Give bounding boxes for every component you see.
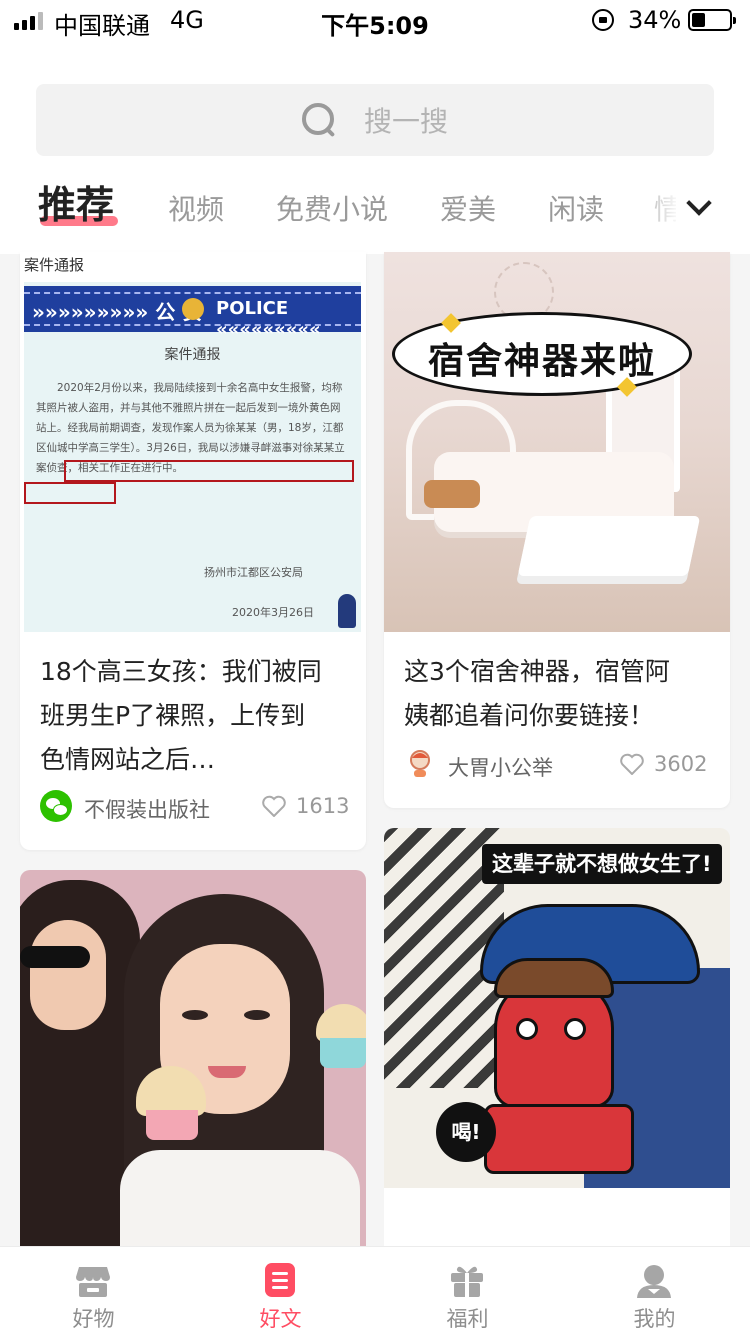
shop-icon xyxy=(76,1267,110,1297)
highlight-box xyxy=(64,460,354,482)
category-tabs: 推荐 视频 免费小说 爱美 闲读 情 xyxy=(0,172,750,242)
bottom-nav: 好物 好文 福利 我的 xyxy=(0,1246,750,1334)
police-badge-icon xyxy=(182,298,204,320)
tab-beauty[interactable]: 爱美 xyxy=(440,188,496,228)
wechat-avatar-icon xyxy=(40,790,72,822)
search-placeholder: 搜一搜 xyxy=(363,105,448,138)
nav-label: 好文 xyxy=(259,1307,302,1331)
notice-banner-left: »»»»»»»»» 公 安 xyxy=(32,300,203,324)
tab-video[interactable]: 视频 xyxy=(168,188,224,228)
status-bar: 中国联通 4G 下午5:09 34% xyxy=(0,0,750,44)
gift-icon xyxy=(451,1266,483,1297)
tab-recommend[interactable]: 推荐 xyxy=(38,174,114,229)
notice-signature: 扬州市江都区公安局 xyxy=(204,566,303,579)
image-source-label: 案件通报 xyxy=(24,256,85,274)
article-image: »»»»»»»»» 公 安 POLICE ««««««««« 案件通报 2020… xyxy=(24,282,361,632)
author-avatar xyxy=(410,750,430,777)
like-count: 1613 xyxy=(296,794,350,818)
comic-shout: 喝! xyxy=(436,1102,496,1162)
article-icon xyxy=(265,1263,295,1297)
author-name[interactable]: 大胃小公举 xyxy=(448,752,553,782)
article-title: 18个高三女孩：我们被同 班男生P了裸照，上传到 色情网站之后… xyxy=(40,657,322,774)
police-mascot-icon xyxy=(338,594,356,628)
page: 中国联通 4G 下午5:09 34% 搜一搜 推荐 视频 免费小说 爱美 闲读 … xyxy=(0,0,750,1334)
nav-label: 我的 xyxy=(633,1307,676,1331)
article-image[interactable] xyxy=(20,870,366,1246)
article-image[interactable]: 这辈子就不想做女生了! 喝! xyxy=(384,828,730,1188)
highlight-box xyxy=(24,482,116,504)
notice-date: 2020年3月26日 xyxy=(232,606,314,619)
author-name[interactable]: 不假装出版社 xyxy=(84,794,210,824)
rotation-lock-icon xyxy=(592,9,614,31)
header: 搜一搜 推荐 视频 免费小说 爱美 闲读 情 xyxy=(0,44,750,254)
search-bar[interactable]: 搜一搜 xyxy=(36,84,714,156)
chevron-down-icon[interactable] xyxy=(686,190,712,216)
tab-leisure-reading[interactable]: 闲读 xyxy=(548,188,604,228)
like-count: 3602 xyxy=(654,752,708,776)
profile-icon xyxy=(637,1265,671,1298)
heart-icon[interactable] xyxy=(620,753,644,775)
battery-percent: 34% xyxy=(628,6,682,34)
nav-item-profile[interactable]: 我的 xyxy=(561,1247,748,1334)
heart-icon[interactable] xyxy=(262,795,286,817)
nav-item-articles[interactable]: 好文 xyxy=(187,1247,374,1334)
comic-caption: 这辈子就不想做女生了! xyxy=(482,844,722,884)
notice-heading: 案件通报 xyxy=(164,347,221,363)
article-title: 这3个宿舍神器，宿管阿 姨都追着问你要链接！ xyxy=(404,657,670,730)
battery-icon xyxy=(688,9,736,31)
nav-label: 福利 xyxy=(446,1307,489,1331)
search-icon xyxy=(301,103,336,137)
nav-item-benefits[interactable]: 福利 xyxy=(374,1247,561,1334)
image-caption: 宿舍神器来啦 xyxy=(427,340,656,382)
notice-banner-right: POLICE ««««««««« xyxy=(216,298,321,340)
sunglasses xyxy=(20,946,90,968)
nav-label: 好物 xyxy=(72,1307,115,1331)
nav-item-goods[interactable]: 好物 xyxy=(0,1247,187,1334)
tab-free-novels[interactable]: 免费小说 xyxy=(276,188,388,228)
article-image: 宿舍神器来啦 xyxy=(384,252,730,632)
